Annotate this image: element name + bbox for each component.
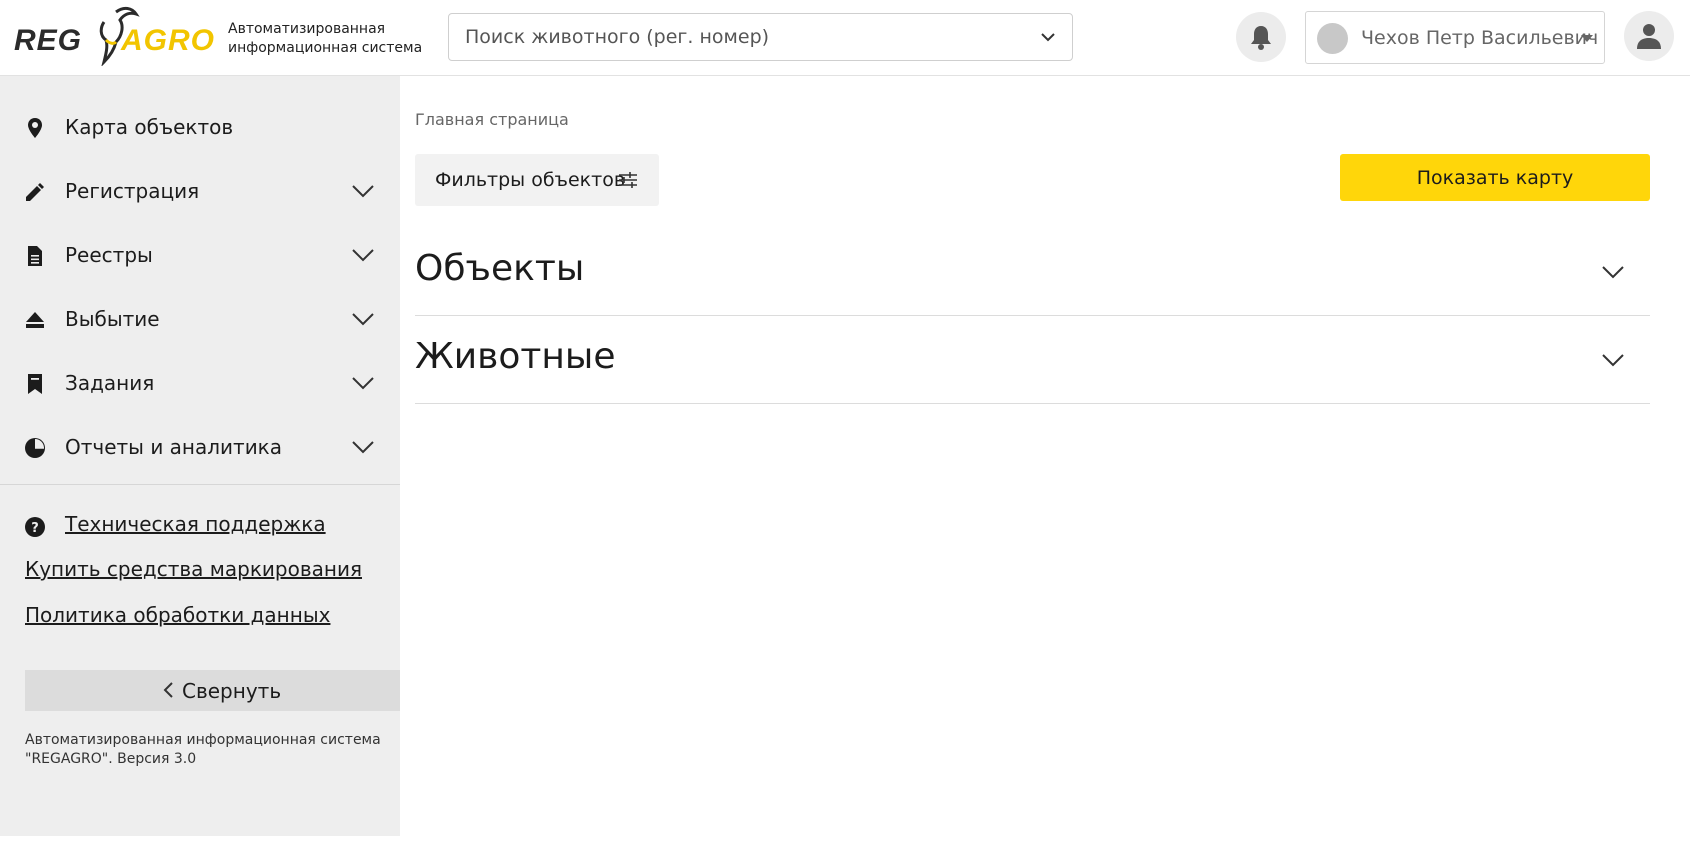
sidebar-item-label: Задания (65, 371, 155, 395)
sidebar-item-tasks[interactable]: Задания (0, 354, 400, 412)
logo-text-reg: REG (14, 24, 83, 57)
caret-down-icon (1581, 35, 1593, 42)
chevron-down-icon (352, 313, 374, 326)
section-title: Объекты (415, 248, 585, 289)
tagline-line-2: информационная система (228, 40, 423, 56)
section-animals[interactable]: Животные (415, 316, 1650, 404)
pencil-icon (26, 183, 44, 201)
section-title: Животные (415, 336, 616, 377)
collapse-label: Свернуть (182, 679, 282, 703)
footer-line-2: "REGAGRO". Версия 3.0 (25, 751, 197, 767)
footer-line-1: Автоматизированная информационная систем… (25, 732, 381, 748)
breadcrumb: Главная страница (415, 110, 569, 129)
user-status-avatar (1317, 23, 1348, 54)
sidebar-item-label: Реестры (65, 243, 153, 267)
filter-label: Фильтры объектов (435, 169, 626, 191)
sidebar-item-label: Выбытие (65, 307, 160, 331)
document-icon (28, 246, 42, 266)
map-pin-icon (28, 118, 42, 138)
user-icon (1637, 24, 1661, 49)
animal-search-input[interactable] (450, 15, 1010, 59)
sidebar-item-label: Карта объектов (65, 115, 234, 139)
svg-text:?: ? (31, 521, 39, 536)
section-objects[interactable]: Объекты (415, 228, 1650, 316)
chevron-down-icon[interactable] (1040, 29, 1056, 45)
animal-search-box[interactable] (448, 13, 1073, 61)
user-account-select[interactable]: Чехов Петр Васильевич (1305, 11, 1605, 64)
collapse-sidebar-button[interactable]: Свернуть (25, 670, 400, 711)
data-policy-link[interactable]: Политика обработки данных (25, 603, 330, 627)
user-name: Чехов Петр Васильевич (1361, 27, 1599, 49)
sidebar-divider (0, 484, 400, 485)
system-version-text: Автоматизированная информационная систем… (25, 731, 385, 769)
profile-button[interactable] (1624, 11, 1674, 61)
logo-text-agro: AGRO (121, 24, 215, 57)
help-circle-icon: ? (25, 517, 45, 537)
system-tagline: Автоматизированная информационная систем… (228, 20, 428, 58)
sidebar-item-registration[interactable]: Регистрация (0, 162, 400, 220)
chevron-down-icon (352, 249, 374, 262)
chevron-down-icon (1602, 354, 1624, 367)
sidebar: Карта объектов Регистрация Реестры Выбыт… (0, 76, 400, 836)
eject-icon (26, 312, 44, 328)
show-map-button[interactable]: Показать карту (1340, 154, 1650, 201)
chevron-down-icon (352, 377, 374, 390)
chevron-down-icon (352, 441, 374, 454)
top-header: REG AGRO Автоматизированная информационн… (0, 0, 1690, 76)
chevron-down-icon (352, 185, 374, 198)
regagro-logo[interactable]: REG AGRO (14, 6, 214, 68)
buy-marking-link[interactable]: Купить средства маркирования (25, 557, 362, 581)
object-filters-button[interactable]: Фильтры объектов (415, 154, 659, 206)
bell-icon (1251, 26, 1271, 50)
sidebar-item-registries[interactable]: Реестры (0, 226, 400, 284)
sliders-icon (619, 172, 637, 188)
chevron-down-icon (1602, 266, 1624, 279)
notifications-button[interactable] (1236, 12, 1286, 62)
sidebar-item-disposal[interactable]: Выбытие (0, 290, 400, 348)
bookmark-icon (28, 374, 42, 394)
sidebar-item-label: Регистрация (65, 179, 200, 203)
chevron-left-icon (163, 682, 173, 698)
tech-support-link[interactable]: Техническая поддержка (65, 512, 326, 536)
tagline-line-1: Автоматизированная (228, 21, 386, 37)
sidebar-item-map[interactable]: Карта объектов (0, 98, 400, 156)
pie-chart-icon (25, 438, 45, 458)
sidebar-item-reports[interactable]: Отчеты и аналитика (0, 418, 400, 476)
sidebar-item-label: Отчеты и аналитика (65, 435, 283, 459)
